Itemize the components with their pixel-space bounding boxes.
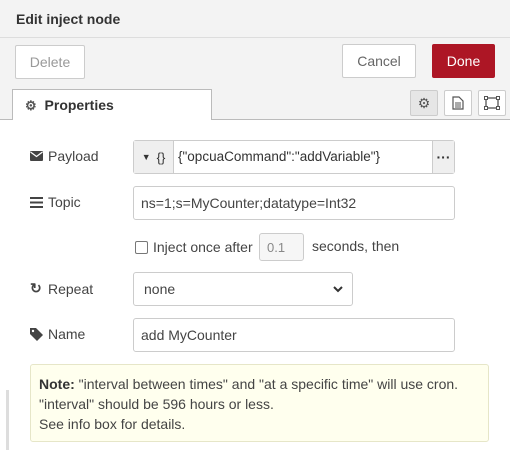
note-line-1: Note: "interval between times" and "at a… — [39, 374, 480, 394]
note-line-2: "interval" should be 596 hours or less. — [39, 396, 274, 412]
document-icon — [452, 96, 464, 110]
tab-properties-label: Properties — [44, 97, 114, 113]
topic-label-row: Topic — [30, 194, 81, 210]
properties-panel: Payload ▼ {} {"opcuaCommand":"addVariabl… — [0, 120, 510, 453]
inject-once-label: Inject once after — [153, 239, 253, 255]
tab-properties[interactable]: ⚙ Properties — [12, 89, 212, 121]
name-input[interactable] — [133, 318, 455, 352]
dialog-toolbar: Delete Cancel Done — [0, 38, 510, 86]
inject-once-delay-input[interactable]: 0.1 — [259, 233, 304, 261]
inject-once-checkbox[interactable] — [135, 240, 148, 254]
repeat-select[interactable]: none — [133, 272, 353, 306]
tab-description[interactable] — [444, 90, 472, 116]
name-label-row: Name — [30, 326, 85, 342]
inject-once-suffix: seconds, then — [312, 238, 400, 254]
payload-type-select[interactable]: ▼ {} — [134, 141, 174, 173]
topic-label: Topic — [48, 194, 81, 210]
inject-once-row: Inject once after — [135, 234, 253, 260]
payload-label-row: Payload — [30, 148, 99, 164]
tag-icon — [30, 327, 44, 341]
done-button[interactable]: Done — [432, 44, 495, 78]
dialog-title: Edit inject node — [0, 0, 510, 38]
note-prefix: Note: — [39, 376, 75, 392]
payload-value[interactable]: {"opcuaCommand":"addVariable"} — [178, 149, 380, 164]
name-label: Name — [48, 326, 86, 342]
list-icon — [30, 196, 44, 208]
envelope-icon — [30, 151, 44, 161]
repeat-icon: ↻ — [30, 280, 42, 296]
frame-icon — [484, 96, 500, 110]
tabs-bar: ⚙ Properties ⚙ — [0, 86, 510, 121]
interval-note: Note: "interval between times" and "at a… — [30, 364, 489, 442]
repeat-label-row: ↻ Repeat — [30, 280, 93, 297]
cancel-button[interactable]: Cancel — [342, 44, 416, 78]
chevron-down-icon — [333, 286, 343, 293]
note-line-3: See info box for details. — [39, 416, 186, 432]
gear-icon: ⚙ — [417, 94, 431, 111]
delete-button[interactable]: Delete — [15, 45, 85, 79]
scrollbar[interactable] — [6, 390, 9, 450]
payload-expand-button[interactable]: ··· — [432, 141, 454, 173]
ellipsis-icon: ··· — [436, 149, 451, 165]
dropdown-caret-icon: ▼ — [141, 152, 151, 162]
gear-icon: ⚙ — [25, 98, 37, 113]
topic-input[interactable] — [133, 186, 455, 220]
repeat-label: Repeat — [48, 280, 94, 297]
tab-settings[interactable]: ⚙ — [410, 90, 438, 116]
payload-input[interactable]: ▼ {} {"opcuaCommand":"addVariable"} ··· — [133, 140, 455, 174]
repeat-value: none — [144, 281, 176, 297]
payload-label: Payload — [48, 148, 99, 164]
tab-appearance[interactable] — [478, 90, 506, 116]
payload-type-glyph: {} — [156, 149, 166, 165]
note-line-1-text: "interval between times" and "at a speci… — [78, 376, 459, 392]
